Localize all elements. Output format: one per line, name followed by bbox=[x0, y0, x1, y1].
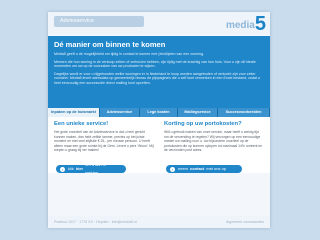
left-body: Het grote voordeel van de Adviesservice … bbox=[54, 130, 154, 152]
signup-button-suffix: om u aan te melden bbox=[85, 162, 107, 175]
content-area: Een unieke service! Het grote voordeel v… bbox=[48, 117, 270, 175]
right-column: Korting op uw portokosten? Wilt u gebrui… bbox=[164, 121, 264, 153]
contact-button[interactable]: › neem contact met ons op bbox=[166, 165, 242, 173]
arrow-right-icon: › bbox=[170, 166, 175, 172]
tab-succesvoorbeelden[interactable]: Succesvoorbeelden bbox=[218, 108, 270, 117]
footer-address: Postbus 1017 · 1775 XX · Heyden · info@m… bbox=[54, 220, 137, 224]
hero-paragraph-1: Media5 geeft u de mogelijkheid om tijdig… bbox=[54, 52, 205, 56]
signup-button-bold: hier bbox=[75, 166, 84, 171]
contact-button-bold: contact bbox=[190, 166, 205, 171]
left-heading: Een unieke service! bbox=[54, 121, 109, 127]
hero-title: Dé manier om binnen te komen bbox=[54, 40, 166, 49]
tab-inpaken[interactable]: Inpaken op de huismarkt bbox=[48, 108, 100, 117]
contact-button-suffix: met ons op bbox=[206, 166, 227, 171]
hero-paragraph-2: Mensen die hun woning in de verkoop zett… bbox=[54, 59, 256, 69]
right-body: Wilt u gebruik maken van onze service, m… bbox=[164, 130, 263, 152]
media5-logo[interactable]: media 5 bbox=[226, 14, 266, 34]
hero-paragraph-3: Dagelijks wordt er voor u bijgehouden we… bbox=[54, 71, 260, 85]
logo-number: 5 bbox=[254, 13, 266, 35]
contact-button-prefix: neem bbox=[178, 166, 189, 171]
site-header: Adviesservice media 5 bbox=[48, 12, 270, 34]
tab-adviesservice[interactable]: Adviesservice bbox=[100, 108, 140, 117]
page-container: Adviesservice media 5 Dé manier om binne… bbox=[48, 12, 270, 228]
tab-mailingservice[interactable]: Mailingservice bbox=[178, 108, 218, 117]
signup-button-prefix: klik bbox=[67, 166, 74, 171]
hero-banner: Dé manier om binnen te komen Media5 geef… bbox=[48, 36, 270, 108]
main-tab-bar: Inpaken op de huismarkt Adviesservice Le… bbox=[48, 108, 270, 117]
tab-lege-kosten[interactable]: Lege kosten bbox=[140, 108, 178, 117]
signup-button[interactable]: › klik hier om u aan te melden bbox=[56, 162, 126, 175]
logo-text: media bbox=[225, 20, 255, 31]
header-tab-adviesservice[interactable]: Adviesservice bbox=[54, 16, 144, 27]
right-heading: Korting op uw portokosten? bbox=[164, 121, 242, 127]
footer-terms-link[interactable]: Algemene voorwaarden bbox=[226, 216, 264, 228]
left-column: Een unieke service! Het grote voordeel v… bbox=[54, 121, 154, 153]
site-footer: Postbus 1017 · 1775 XX · Heyden · info@m… bbox=[48, 216, 270, 228]
arrow-right-icon: › bbox=[60, 166, 65, 172]
